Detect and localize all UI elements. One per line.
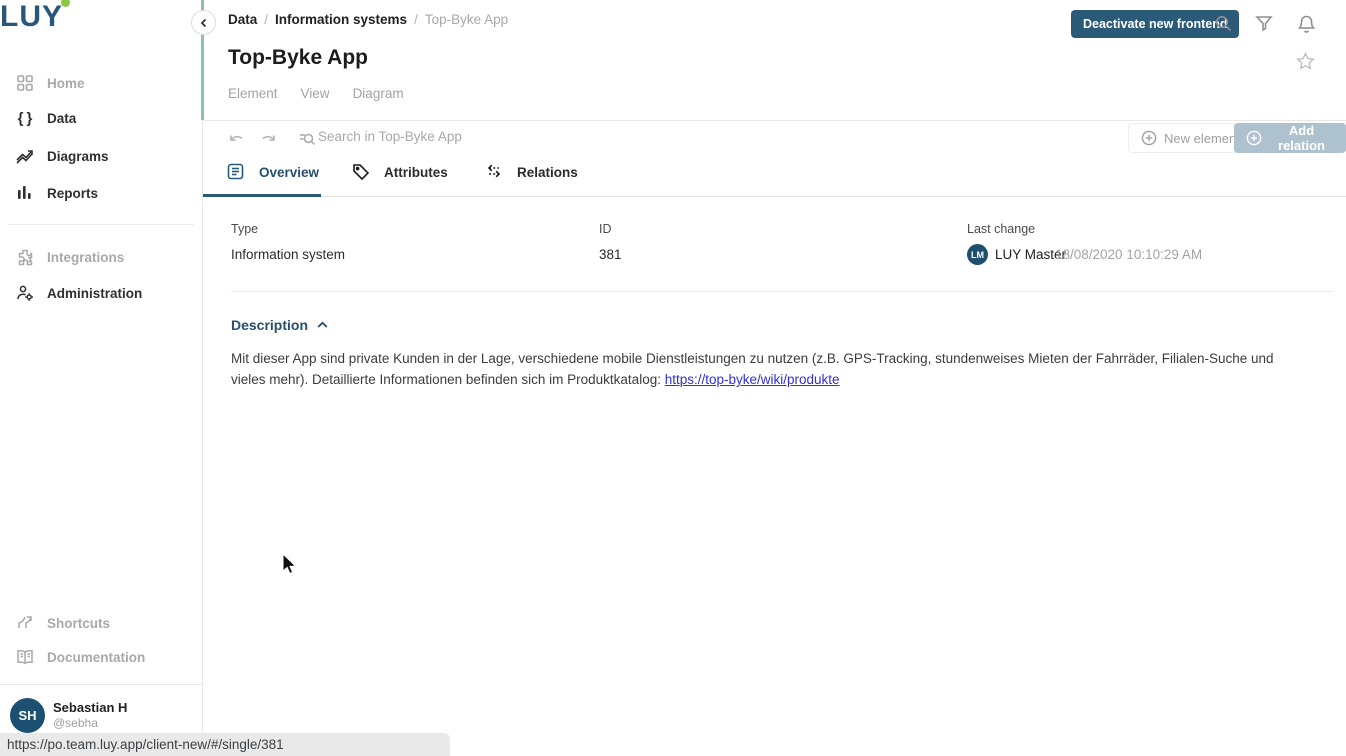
header-divider <box>203 120 1346 121</box>
user-name: Sebastian H <box>53 700 127 715</box>
breadcrumb: Data / Information systems / Top-Byke Ap… <box>228 12 508 27</box>
section-divider <box>231 291 1334 292</box>
chevron-up-icon[interactable] <box>317 321 328 329</box>
user-avatar[interactable]: SH <box>10 698 45 733</box>
filter-icon[interactable] <box>1255 14 1275 34</box>
bar-chart-icon <box>15 183 35 203</box>
sidebar-item-label: Administration <box>47 286 142 301</box>
field-label-type: Type <box>231 222 258 236</box>
field-label-id: ID <box>599 222 612 236</box>
plus-circle-icon <box>1246 130 1262 146</box>
tab-relations[interactable]: Relations <box>485 163 578 181</box>
user-gear-icon <box>15 283 35 303</box>
page-subtabs: Element View Diagram <box>228 86 404 101</box>
last-change-timestamp: 18/08/2020 10:10:29 AM <box>1055 247 1202 262</box>
sidebar-item-administration[interactable]: Administration <box>0 276 202 310</box>
luy-logo-dot <box>61 0 70 7</box>
home-grid-icon <box>15 73 35 93</box>
sidebar-item-label: Data <box>47 111 76 126</box>
status-url: https://po.team.luy.app/client-new/#/sin… <box>7 737 284 752</box>
sidebar-collapse-button[interactable] <box>191 10 216 35</box>
book-icon <box>15 647 35 667</box>
subtab-view[interactable]: View <box>301 86 330 101</box>
active-tab-indicator <box>203 194 321 197</box>
sidebar-item-label: Integrations <box>47 250 124 265</box>
field-label-last-change: Last change <box>967 222 1035 236</box>
breadcrumb-item-information-systems[interactable]: Information systems <box>275 12 407 27</box>
sidebar-item-home[interactable]: Home <box>0 66 202 100</box>
breadcrumb-item-data[interactable]: Data <box>228 12 257 27</box>
description-text: Mit dieser App sind private Kunden in de… <box>231 348 1311 390</box>
description-section-header[interactable]: Description <box>231 317 328 333</box>
field-value-type: Information system <box>231 247 345 262</box>
tab-overview[interactable]: Overview <box>227 163 319 181</box>
sidebar-item-label: Reports <box>47 186 98 201</box>
tab-overview-label: Overview <box>259 165 319 180</box>
new-element-label: New element <box>1164 131 1240 146</box>
sidebar-item-shortcuts[interactable]: Shortcuts <box>0 606 202 640</box>
search-in-element-icon <box>299 131 319 149</box>
breadcrumb-item-current: Top-Byke App <box>425 12 508 27</box>
luy-logo[interactable]: LUY <box>0 0 202 34</box>
chevron-left-icon <box>199 18 209 28</box>
document-icon <box>227 163 245 181</box>
undo-icon[interactable] <box>228 132 248 150</box>
relations-arrows-icon <box>485 163 503 181</box>
user-handle: @sebha <box>53 716 127 730</box>
add-relation-button[interactable]: Add relation <box>1234 123 1346 153</box>
sidebar-divider <box>8 224 194 225</box>
app-window: LUY Home { } Data Diagrams <box>0 0 1346 756</box>
subtab-diagram[interactable]: Diagram <box>353 86 404 101</box>
sidebar-item-documentation[interactable]: Documentation <box>0 640 202 674</box>
sidebar-item-data[interactable]: { } Data <box>0 101 202 135</box>
element-search-input[interactable] <box>318 129 618 144</box>
braces-icon: { } <box>15 108 35 128</box>
main-content: Data / Information systems / Top-Byke Ap… <box>203 0 1346 756</box>
tab-attributes[interactable]: Attributes <box>352 163 448 181</box>
plus-circle-icon <box>1141 130 1157 146</box>
sidebar-item-label: Diagrams <box>47 149 109 164</box>
description-link[interactable]: https://top-byke/wiki/produkte <box>665 372 840 387</box>
page-title: Top-Byke App <box>228 46 368 70</box>
description-heading: Description <box>231 317 308 333</box>
star-icon[interactable] <box>1295 51 1316 72</box>
sidebar-item-diagrams[interactable]: Diagrams <box>0 139 202 173</box>
tab-attributes-label: Attributes <box>384 165 448 180</box>
field-value-id: 381 <box>599 247 622 262</box>
sidebar-item-label: Home <box>47 76 85 91</box>
breadcrumb-separator: / <box>257 12 275 27</box>
sidebar-item-label: Shortcuts <box>47 616 110 631</box>
sidebar: LUY Home { } Data Diagrams <box>0 0 203 756</box>
redo-icon[interactable] <box>258 132 278 150</box>
sidebar-item-reports[interactable]: Reports <box>0 176 202 210</box>
add-relation-label: Add relation <box>1269 123 1334 153</box>
breadcrumb-separator: / <box>407 12 425 27</box>
sidebar-item-label: Documentation <box>47 650 145 665</box>
tag-icon <box>352 163 370 181</box>
puzzle-icon <box>15 247 35 267</box>
user-card[interactable]: SH Sebastian H @sebha <box>0 693 202 737</box>
sidebar-item-integrations[interactable]: Integrations <box>0 240 202 274</box>
shortcut-icon <box>15 613 35 633</box>
luy-logo-text: LUY <box>0 0 63 33</box>
last-change-avatar: LM <box>967 244 988 265</box>
line-chart-icon <box>15 146 35 166</box>
search-icon[interactable] <box>1214 14 1234 34</box>
sidebar-divider <box>0 684 202 685</box>
element-tabbar: Overview Attributes Relations <box>203 160 1346 197</box>
bell-icon[interactable] <box>1297 14 1317 34</box>
tab-relations-label: Relations <box>517 165 578 180</box>
subtab-element[interactable]: Element <box>228 86 278 101</box>
link-status-bar: https://po.team.luy.app/client-new/#/sin… <box>0 733 450 756</box>
